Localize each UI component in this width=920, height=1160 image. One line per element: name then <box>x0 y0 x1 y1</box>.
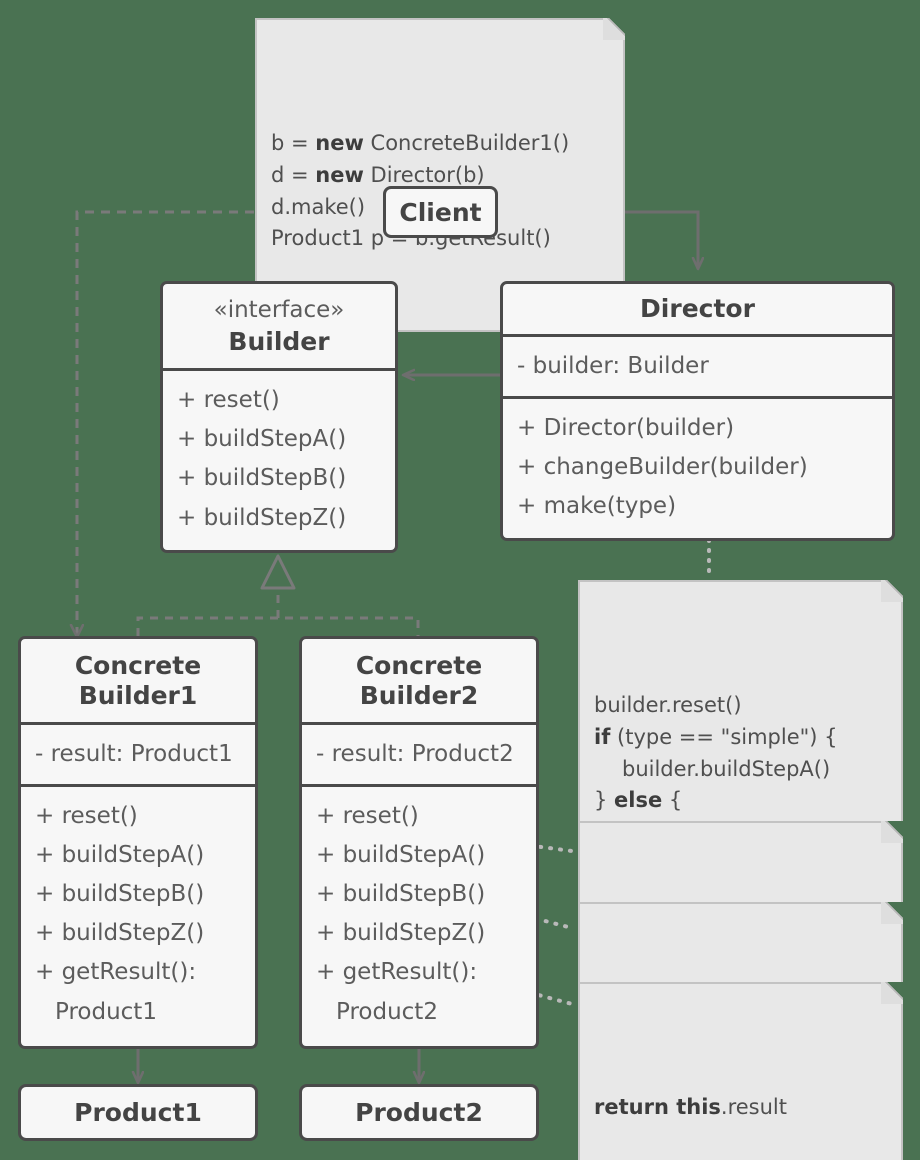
class-concrete-builder1-methods: + reset() + buildStepA() + buildStepB() + b… <box>21 787 255 1046</box>
client-note-token: ConcreteBuilder1() <box>363 130 570 155</box>
class-builder-header: «interface» Builder <box>163 284 395 372</box>
class-product1[interactable]: Product1 <box>18 1084 258 1141</box>
class-director[interactable]: Director - builder: Builder + Director(b… <box>500 281 895 541</box>
director-method: + changeBuilder(builder) <box>517 453 808 480</box>
class-concrete-builder2-name: Builder2 <box>359 680 479 710</box>
builder-method: + buildStepA() <box>177 426 347 453</box>
director-note-line: builder.reset() <box>594 690 887 722</box>
class-director-header: Director <box>503 284 892 337</box>
note-getresult-body-code: return this.result <box>578 982 903 1160</box>
note-fold-icon <box>881 982 903 1004</box>
client-note-token: new <box>315 130 364 155</box>
director-note-token: builder.buildStepA() <box>622 756 831 781</box>
class-concrete-builder2[interactable]: Concrete Builder2 - result: Product2 + re… <box>299 636 539 1049</box>
client-note-token: new <box>315 162 364 187</box>
director-note-line: if (type == "simple") { <box>594 722 887 754</box>
class-client[interactable]: Client <box>383 186 498 238</box>
concrete-builder1-method: + buildStepB() <box>35 881 205 908</box>
class-concrete-builder1-attributes: - result: Product1 <box>21 725 255 788</box>
director-note-token: if <box>594 724 611 749</box>
class-concrete-builder2-name: Concrete <box>355 651 483 680</box>
concrete-builder2-method: + buildStepB() <box>316 881 486 908</box>
builder-method: + buildStepB() <box>177 465 347 492</box>
concrete-builder2-method-continuation: Product2 <box>336 998 438 1025</box>
class-director-methods: + Director(builder) + changeBuilder(build… <box>503 399 892 538</box>
class-concrete-builder1[interactable]: Concrete Builder1 - result: Product1 + re… <box>18 636 258 1049</box>
note-getresult-line: return this.result <box>594 1092 887 1124</box>
concrete-builder1-method: + getResult(): Product1 <box>35 953 241 1031</box>
class-product2[interactable]: Product2 <box>299 1084 539 1141</box>
class-concrete-builder2-methods: + reset() + buildStepA() + buildStepB() + b… <box>302 787 536 1046</box>
concrete-builder2-method: + getResult(): Product2 <box>316 953 522 1031</box>
client-note-token: b = <box>271 130 316 155</box>
class-product2-label: Product2 <box>355 1098 483 1127</box>
class-concrete-builder2-header: Concrete Builder2 <box>302 639 536 725</box>
concrete-builder2-method: + buildStepZ() <box>316 920 486 947</box>
note-getresult-text: return this.result <box>594 1092 887 1124</box>
note-fold-icon <box>603 18 625 40</box>
uml-diagram-canvas: b = new ConcreteBuilder1() d = new Direct… <box>0 0 920 1160</box>
concrete-builder2-method: + reset() <box>316 803 419 830</box>
class-builder-stereotype: «interface» <box>213 297 345 323</box>
class-builder[interactable]: «interface» Builder + reset() + buildStep… <box>160 281 398 553</box>
director-method: + Director(builder) <box>517 414 735 441</box>
concrete-builder1-method: + buildStepZ() <box>35 920 205 947</box>
note-fold-icon <box>881 902 903 924</box>
concrete-builder1-method: + buildStepA() <box>35 842 205 869</box>
director-method: + make(type) <box>517 492 677 519</box>
director-note-token: { <box>662 788 683 813</box>
concrete-builder2-method: + buildStepA() <box>316 842 486 869</box>
builder-method: + buildStepZ() <box>177 504 347 531</box>
class-client-label: Client <box>399 197 482 227</box>
client-note-token: d = <box>271 162 316 187</box>
concrete-builder1-method-continuation: Product1 <box>55 998 157 1025</box>
concrete-builder1-method: + reset() <box>35 803 138 830</box>
class-builder-name: Builder <box>228 326 330 356</box>
client-note-token: Director(b) <box>363 162 485 187</box>
class-concrete-builder2-attributes: - result: Product2 <box>302 725 536 788</box>
class-director-attributes: - builder: Builder <box>503 337 892 399</box>
director-note-line: builder.buildStepA() <box>594 754 887 786</box>
concrete-builder2-attribute: - result: Product2 <box>316 741 514 767</box>
class-concrete-builder1-name: Concrete <box>74 651 202 680</box>
note-getresult-token: .result <box>720 1094 787 1119</box>
director-note-line: } else { <box>594 785 887 817</box>
note-getresult-token: return this <box>594 1094 721 1119</box>
note-fold-icon <box>881 580 903 602</box>
class-product1-label: Product1 <box>74 1098 202 1127</box>
class-director-name: Director <box>640 294 755 323</box>
director-note-token: else <box>614 788 663 813</box>
class-concrete-builder1-name: Builder1 <box>78 680 198 710</box>
director-note-token: builder.reset() <box>594 692 742 717</box>
class-concrete-builder1-header: Concrete Builder1 <box>21 639 255 725</box>
builder-method: + reset() <box>177 387 280 414</box>
concrete-builder1-attribute: - result: Product1 <box>35 741 233 767</box>
director-note-token: (type == "simple") { <box>610 724 838 749</box>
class-builder-methods: + reset() + buildStepA() + buildStepB() + b… <box>163 371 395 549</box>
director-attribute: - builder: Builder <box>517 352 709 379</box>
director-note-token: } <box>594 788 615 813</box>
client-note-line: b = new ConcreteBuilder1() <box>271 128 609 160</box>
edge-realization-to-builder <box>136 554 420 636</box>
note-fold-icon <box>881 821 903 843</box>
client-note-token: d.make() <box>271 194 366 219</box>
